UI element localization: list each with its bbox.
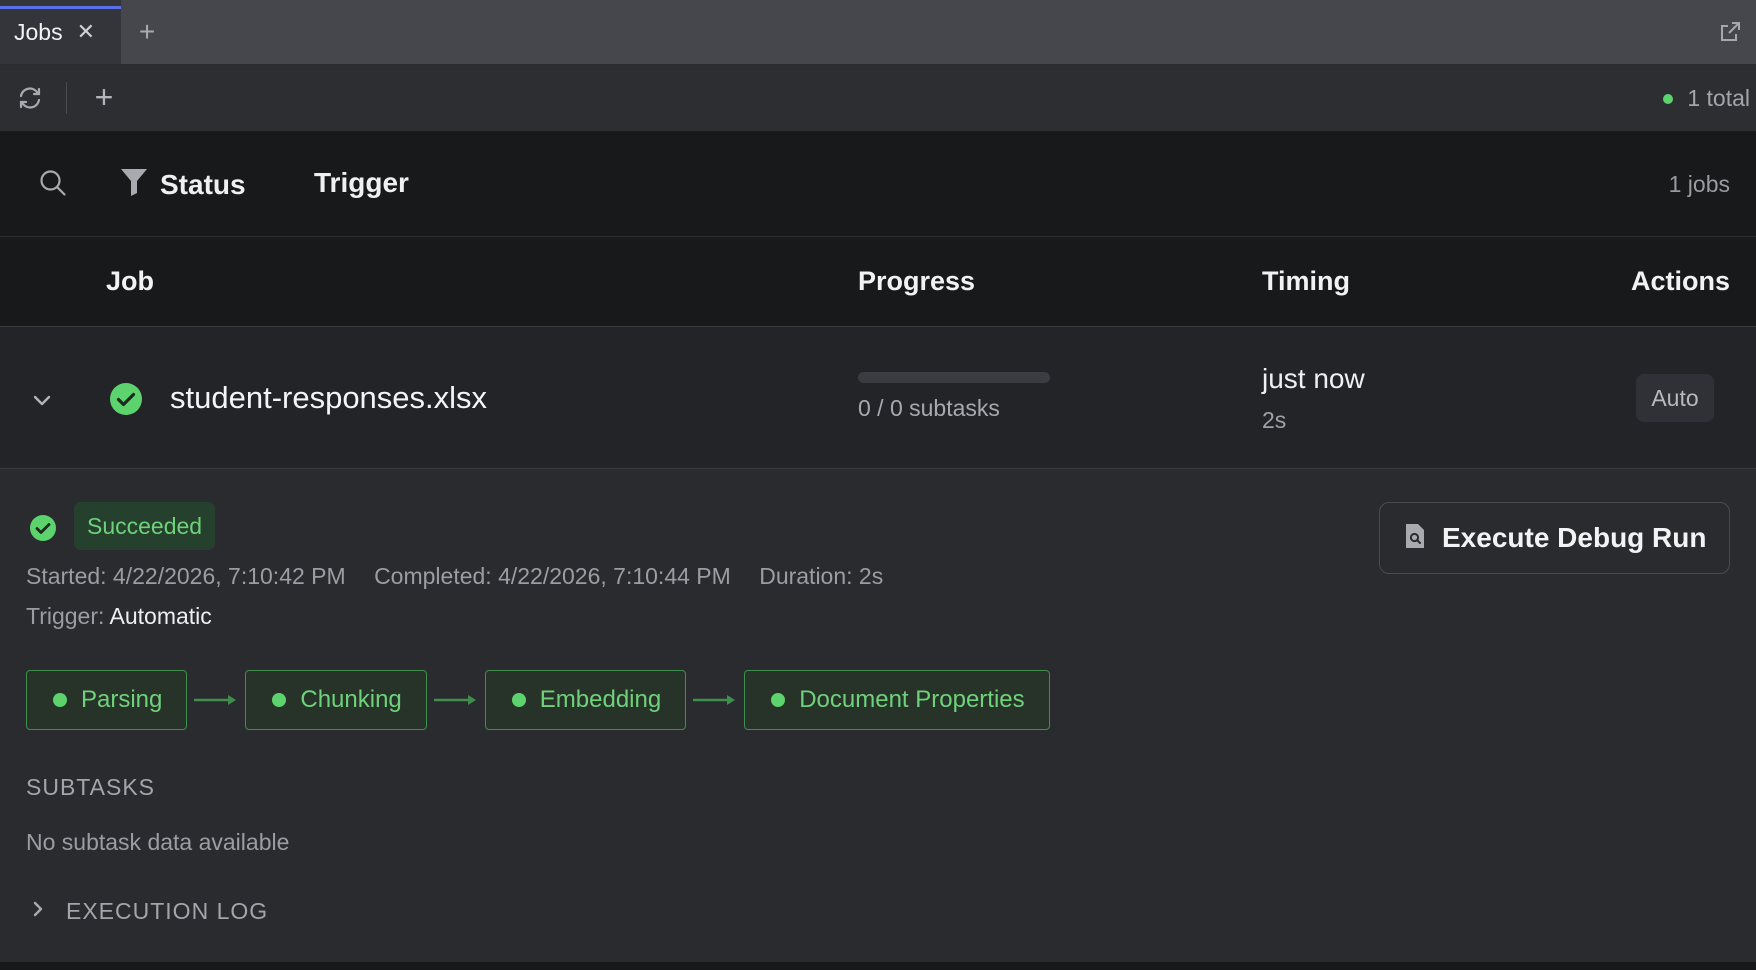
check-circle-icon (109, 382, 143, 421)
stage-chunking[interactable]: Chunking (245, 670, 427, 730)
toolbar: + 1 total (0, 65, 1756, 132)
stage-label: Parsing (81, 686, 163, 713)
jobs-count: 1 jobs (1668, 171, 1730, 197)
execution-log-toggle[interactable]: EXECUTION LOG (30, 898, 268, 925)
jobs-app: Jobs ✕ + + 1 total Status Trigger 1 jobs… (0, 0, 1756, 970)
toolbar-divider (66, 82, 67, 114)
stage-embedding[interactable]: Embedding (484, 670, 687, 730)
trigger-value: Automatic (109, 603, 212, 629)
add-job-button[interactable]: + (90, 79, 118, 115)
timing-relative: just now (1262, 363, 1365, 394)
action-auto-badge[interactable]: Auto (1636, 374, 1714, 422)
debug-button-label: Execute Debug Run (1442, 522, 1707, 553)
status-filter-label: Status (160, 168, 246, 200)
status-filter-button[interactable]: Status (120, 167, 246, 202)
duration: Duration: 2s (759, 563, 884, 589)
trigger-label: Trigger: (26, 603, 105, 629)
trigger-info: Trigger: Automatic (26, 603, 212, 630)
total-count: 1 total (1687, 85, 1750, 111)
check-circle-icon (29, 514, 57, 547)
stage-parsing[interactable]: Parsing (26, 670, 188, 730)
document-search-icon (1404, 523, 1426, 554)
close-icon[interactable]: ✕ (77, 21, 95, 43)
progress-text: 0 / 0 subtasks (858, 395, 1000, 421)
arrow-right-icon (686, 690, 744, 710)
arrow-right-icon (187, 690, 245, 710)
timing-duration: 2s (1262, 407, 1287, 433)
chevron-right-icon (30, 899, 46, 924)
add-tab-button[interactable]: + (121, 0, 173, 64)
completed-time: Completed: 4/22/2026, 7:10:44 PM (374, 563, 731, 589)
started-time: Started: 4/22/2026, 7:10:42 PM (26, 563, 346, 589)
tab-jobs[interactable]: Jobs ✕ (0, 0, 121, 64)
column-header-actions: Actions (1630, 266, 1730, 296)
tab-label: Jobs (14, 18, 63, 45)
job-name[interactable]: student-responses.xlsx (170, 380, 487, 416)
status-badge: Succeeded (74, 502, 216, 550)
pipeline-stages: Parsing Chunking Embedding Document Prop… (26, 670, 1050, 730)
stage-status-dot (53, 693, 67, 707)
tab-bar: Jobs ✕ + (0, 0, 1756, 65)
stage-document-properties[interactable]: Document Properties (744, 670, 1050, 730)
job-timestamps: Started: 4/22/2026, 7:10:42 PM Completed… (26, 563, 905, 590)
chevron-down-icon[interactable] (30, 388, 54, 417)
external-link-icon[interactable] (1718, 20, 1742, 44)
stage-status-dot (511, 693, 526, 707)
refresh-icon[interactable] (16, 84, 44, 112)
stage-status-dot (771, 693, 786, 707)
bottom-strip (0, 962, 1756, 970)
column-header-progress[interactable]: Progress (858, 266, 975, 297)
arrow-right-icon (427, 690, 485, 710)
filter-bar (0, 132, 1756, 237)
search-icon[interactable] (38, 168, 68, 203)
execution-log-label: EXECUTION LOG (66, 898, 269, 924)
trigger-filter-button[interactable]: Trigger (314, 167, 409, 199)
progress-bar (858, 372, 1050, 383)
column-header-job[interactable]: Job (106, 266, 154, 297)
filter-icon (120, 167, 148, 202)
stage-label: Chunking (300, 686, 402, 713)
total-indicator: 1 total (1663, 85, 1750, 112)
stage-label: Embedding (539, 686, 662, 713)
stage-status-dot (272, 693, 287, 707)
stage-label: Document Properties (799, 686, 1025, 713)
status-dot (1663, 93, 1674, 104)
execute-debug-run-button[interactable]: Execute Debug Run (1379, 502, 1730, 574)
subtasks-empty-message: No subtask data available (26, 829, 290, 855)
subtasks-heading: SUBTASKS (26, 774, 155, 800)
column-header-timing[interactable]: Timing (1262, 266, 1350, 297)
